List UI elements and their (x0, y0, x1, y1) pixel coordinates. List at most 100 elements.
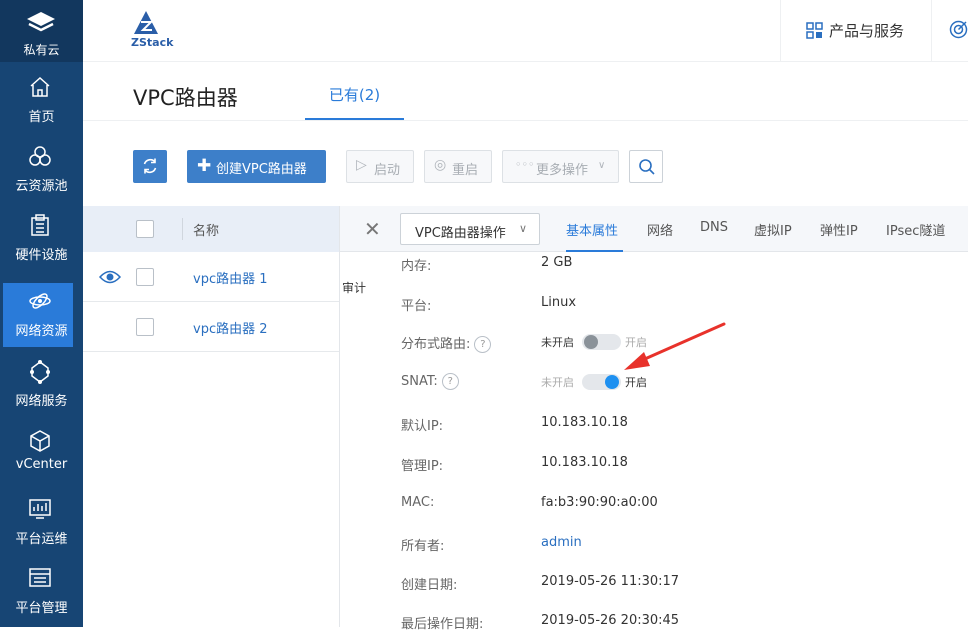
hardware-icon (31, 214, 49, 236)
more-actions-button[interactable]: ◦◦◦ 更多操作 ∨ (502, 150, 619, 183)
tab-elastic-ip[interactable]: 弹性IP (820, 220, 858, 239)
sidebar-item-management[interactable]: 平台管理 (0, 563, 83, 629)
sidebar-item-vcenter[interactable]: vCenter (0, 425, 83, 491)
memory-label: 内存: (401, 259, 432, 274)
tab-virtual-ip[interactable]: 虚拟IP (754, 220, 792, 239)
vpc-router-ops-dropdown[interactable]: VPC路由器操作 ∨ (400, 213, 540, 245)
chevron-down-icon: ∨ (598, 160, 606, 171)
products-services-label: 产品与服务 (829, 22, 905, 40)
owner-link[interactable]: admin (541, 535, 582, 550)
router-name-link[interactable]: vpc路由器 2 (193, 318, 268, 337)
restart-icon: ◎ (434, 157, 447, 173)
annotation-arrow (624, 322, 726, 370)
home-icon (30, 76, 50, 97)
search-button[interactable] (629, 150, 663, 183)
sidebar-item-label: 首页 (28, 110, 55, 125)
restart-button[interactable]: ◎ 重启 (424, 150, 492, 183)
column-divider (182, 218, 183, 240)
play-icon: ▷ (356, 157, 367, 173)
row-checkbox[interactable] (136, 268, 154, 286)
toggle-off-label: 未开启 (541, 376, 574, 389)
detail-panel: ✕ VPC路由器操作 ∨ 基本属性 网络 DNS 虚拟IP 弹性IP IPsec… (339, 206, 968, 632)
tab-existing[interactable]: 已有(2) (305, 84, 404, 120)
vcenter-icon (30, 430, 50, 452)
list-header: 名称 (83, 206, 339, 252)
mac-value: fa:b3:90:90:a0:00 (541, 495, 658, 510)
products-services-menu[interactable]: 产品与服务 (780, 0, 932, 61)
page-title: VPC路由器 (133, 86, 238, 110)
platform-label: 平台: (401, 299, 432, 314)
distributed-routing-label: 分布式路由:? (401, 333, 492, 353)
network-icon (29, 293, 51, 309)
tab-ipsec[interactable]: IPsec隧道 (886, 220, 945, 239)
toggle-on-label: 开启 (625, 376, 647, 389)
sidebar: 私有云 首页 云资源池 硬件设施 网络资源 网络服务 vCenter 平台运维 … (0, 0, 83, 627)
tab-basic-properties[interactable]: 基本属性 (566, 220, 618, 239)
default-ip-value: 10.183.10.18 (541, 415, 628, 430)
snat-label: SNAT:? (401, 373, 459, 390)
distributed-routing-text: 分布式路由: (401, 337, 471, 352)
table-row[interactable]: vpc路由器 1 (83, 252, 339, 302)
management-icon (29, 568, 51, 587)
network-service-icon (30, 360, 50, 384)
audit-tab[interactable]: 审计 (342, 279, 366, 296)
eye-icon[interactable] (99, 268, 121, 286)
refresh-icon (143, 158, 157, 174)
select-all-checkbox[interactable] (136, 220, 154, 238)
toggle-off-label: 未开启 (541, 336, 574, 349)
mgmt-ip-label: 管理IP: (401, 459, 444, 474)
toggle-knob (605, 375, 619, 389)
ops-icon (29, 499, 51, 519)
memory-value: 2 GB (541, 255, 573, 270)
start-label: 启动 (374, 163, 401, 178)
mgmt-ip-value: 10.183.10.18 (541, 455, 628, 470)
sidebar-item-label: 硬件设施 (15, 248, 68, 263)
created-date-value: 2019-05-26 11:30:17 (541, 574, 680, 589)
create-vpc-router-button[interactable]: ✚ 创建VPC路由器 (187, 150, 326, 183)
owner-label: 所有者: (401, 539, 445, 554)
sidebar-item-label: 云资源池 (15, 179, 68, 194)
title-divider (83, 120, 968, 121)
default-ip-label: 默认IP: (401, 419, 444, 434)
tab-dns[interactable]: DNS (700, 220, 728, 235)
search-icon (639, 159, 655, 175)
refresh-button[interactable] (133, 150, 167, 183)
last-op-date-value: 2019-05-26 20:30:45 (541, 613, 680, 628)
plus-icon: ✚ (197, 156, 212, 176)
router-name-link[interactable]: vpc路由器 1 (193, 268, 268, 287)
active-tab-indicator (566, 250, 623, 252)
private-cloud-logo[interactable]: 私有云 (0, 0, 83, 62)
create-vpc-router-label: 创建VPC路由器 (216, 162, 307, 177)
more-actions-label: 更多操作 (536, 163, 589, 178)
ellipsis-icon: ◦◦◦ (515, 158, 535, 171)
sidebar-item-label: 网络服务 (15, 394, 68, 409)
column-header-name[interactable]: 名称 (193, 220, 219, 239)
sidebar-item-ops[interactable]: 平台运维 (0, 494, 83, 560)
row-checkbox[interactable] (136, 318, 154, 336)
start-button[interactable]: ▷ 启动 (346, 150, 414, 183)
tab-network[interactable]: 网络 (647, 220, 673, 239)
help-icon[interactable]: ? (441, 373, 459, 390)
sidebar-item-cloud-pool[interactable]: 云资源池 (0, 133, 83, 199)
target-icon[interactable] (949, 20, 968, 39)
vpc-router-ops-label: VPC路由器操作 (415, 226, 506, 241)
sidebar-item-network[interactable]: 网络资源 (0, 282, 83, 348)
top-bar: ZStack 产品与服务 (83, 0, 968, 62)
toggle-track[interactable] (582, 374, 621, 390)
sidebar-item-label: vCenter (15, 457, 68, 472)
sidebar-item-home[interactable]: 首页 (0, 64, 83, 130)
last-op-date-label: 最后操作日期: (401, 617, 484, 632)
created-date-label: 创建日期: (401, 578, 458, 593)
sidebar-item-network-service[interactable]: 网络服务 (0, 358, 83, 424)
layers-icon (27, 12, 55, 32)
snat-text: SNAT: (401, 374, 438, 389)
zstack-logo-icon (134, 11, 158, 34)
help-icon[interactable]: ? (474, 336, 492, 353)
chevron-down-icon: ∨ (519, 222, 528, 235)
private-cloud-label: 私有云 (23, 43, 60, 57)
sidebar-item-label: 网络资源 (15, 324, 68, 339)
sidebar-item-hardware[interactable]: 硬件设施 (0, 202, 83, 268)
table-row[interactable]: vpc路由器 2 (83, 302, 339, 352)
zstack-logo[interactable]: ZStack (131, 10, 173, 49)
close-icon[interactable]: ✕ (364, 217, 381, 241)
